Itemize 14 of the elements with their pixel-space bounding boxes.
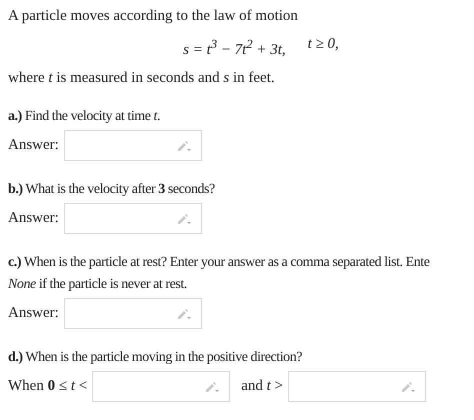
- units-note: where t is measured in seconds and s in feet.: [8, 70, 275, 86]
- field-label: and t >: [241, 378, 284, 395]
- field-label: Answer:: [8, 210, 59, 227]
- field-label: Answer:: [8, 305, 59, 322]
- field-label: Answer:: [8, 137, 59, 154]
- question-text: a.) Find the velocity at time t.: [8, 109, 160, 124]
- motion-equation: s = t$^{3}$ − 7t$^{2}$ + 3t,: [183, 36, 286, 60]
- question-text: d.) When is the particle moving in the positive direction?: [8, 350, 302, 365]
- question-text: b.) What is the velocity after 3 seconds?: [8, 182, 215, 197]
- intro-text: A particle moves according to the law of motion: [8, 8, 298, 24]
- field-label: When 0 ≤ t <: [8, 378, 88, 395]
- question-text: c.) When is the particle at rest? Enter your answer as a comma separated list. Ente: [8, 255, 430, 270]
- question-text: None if the particle is never at rest.: [8, 277, 187, 292]
- time-condition: t ≥ 0,: [308, 35, 339, 54]
